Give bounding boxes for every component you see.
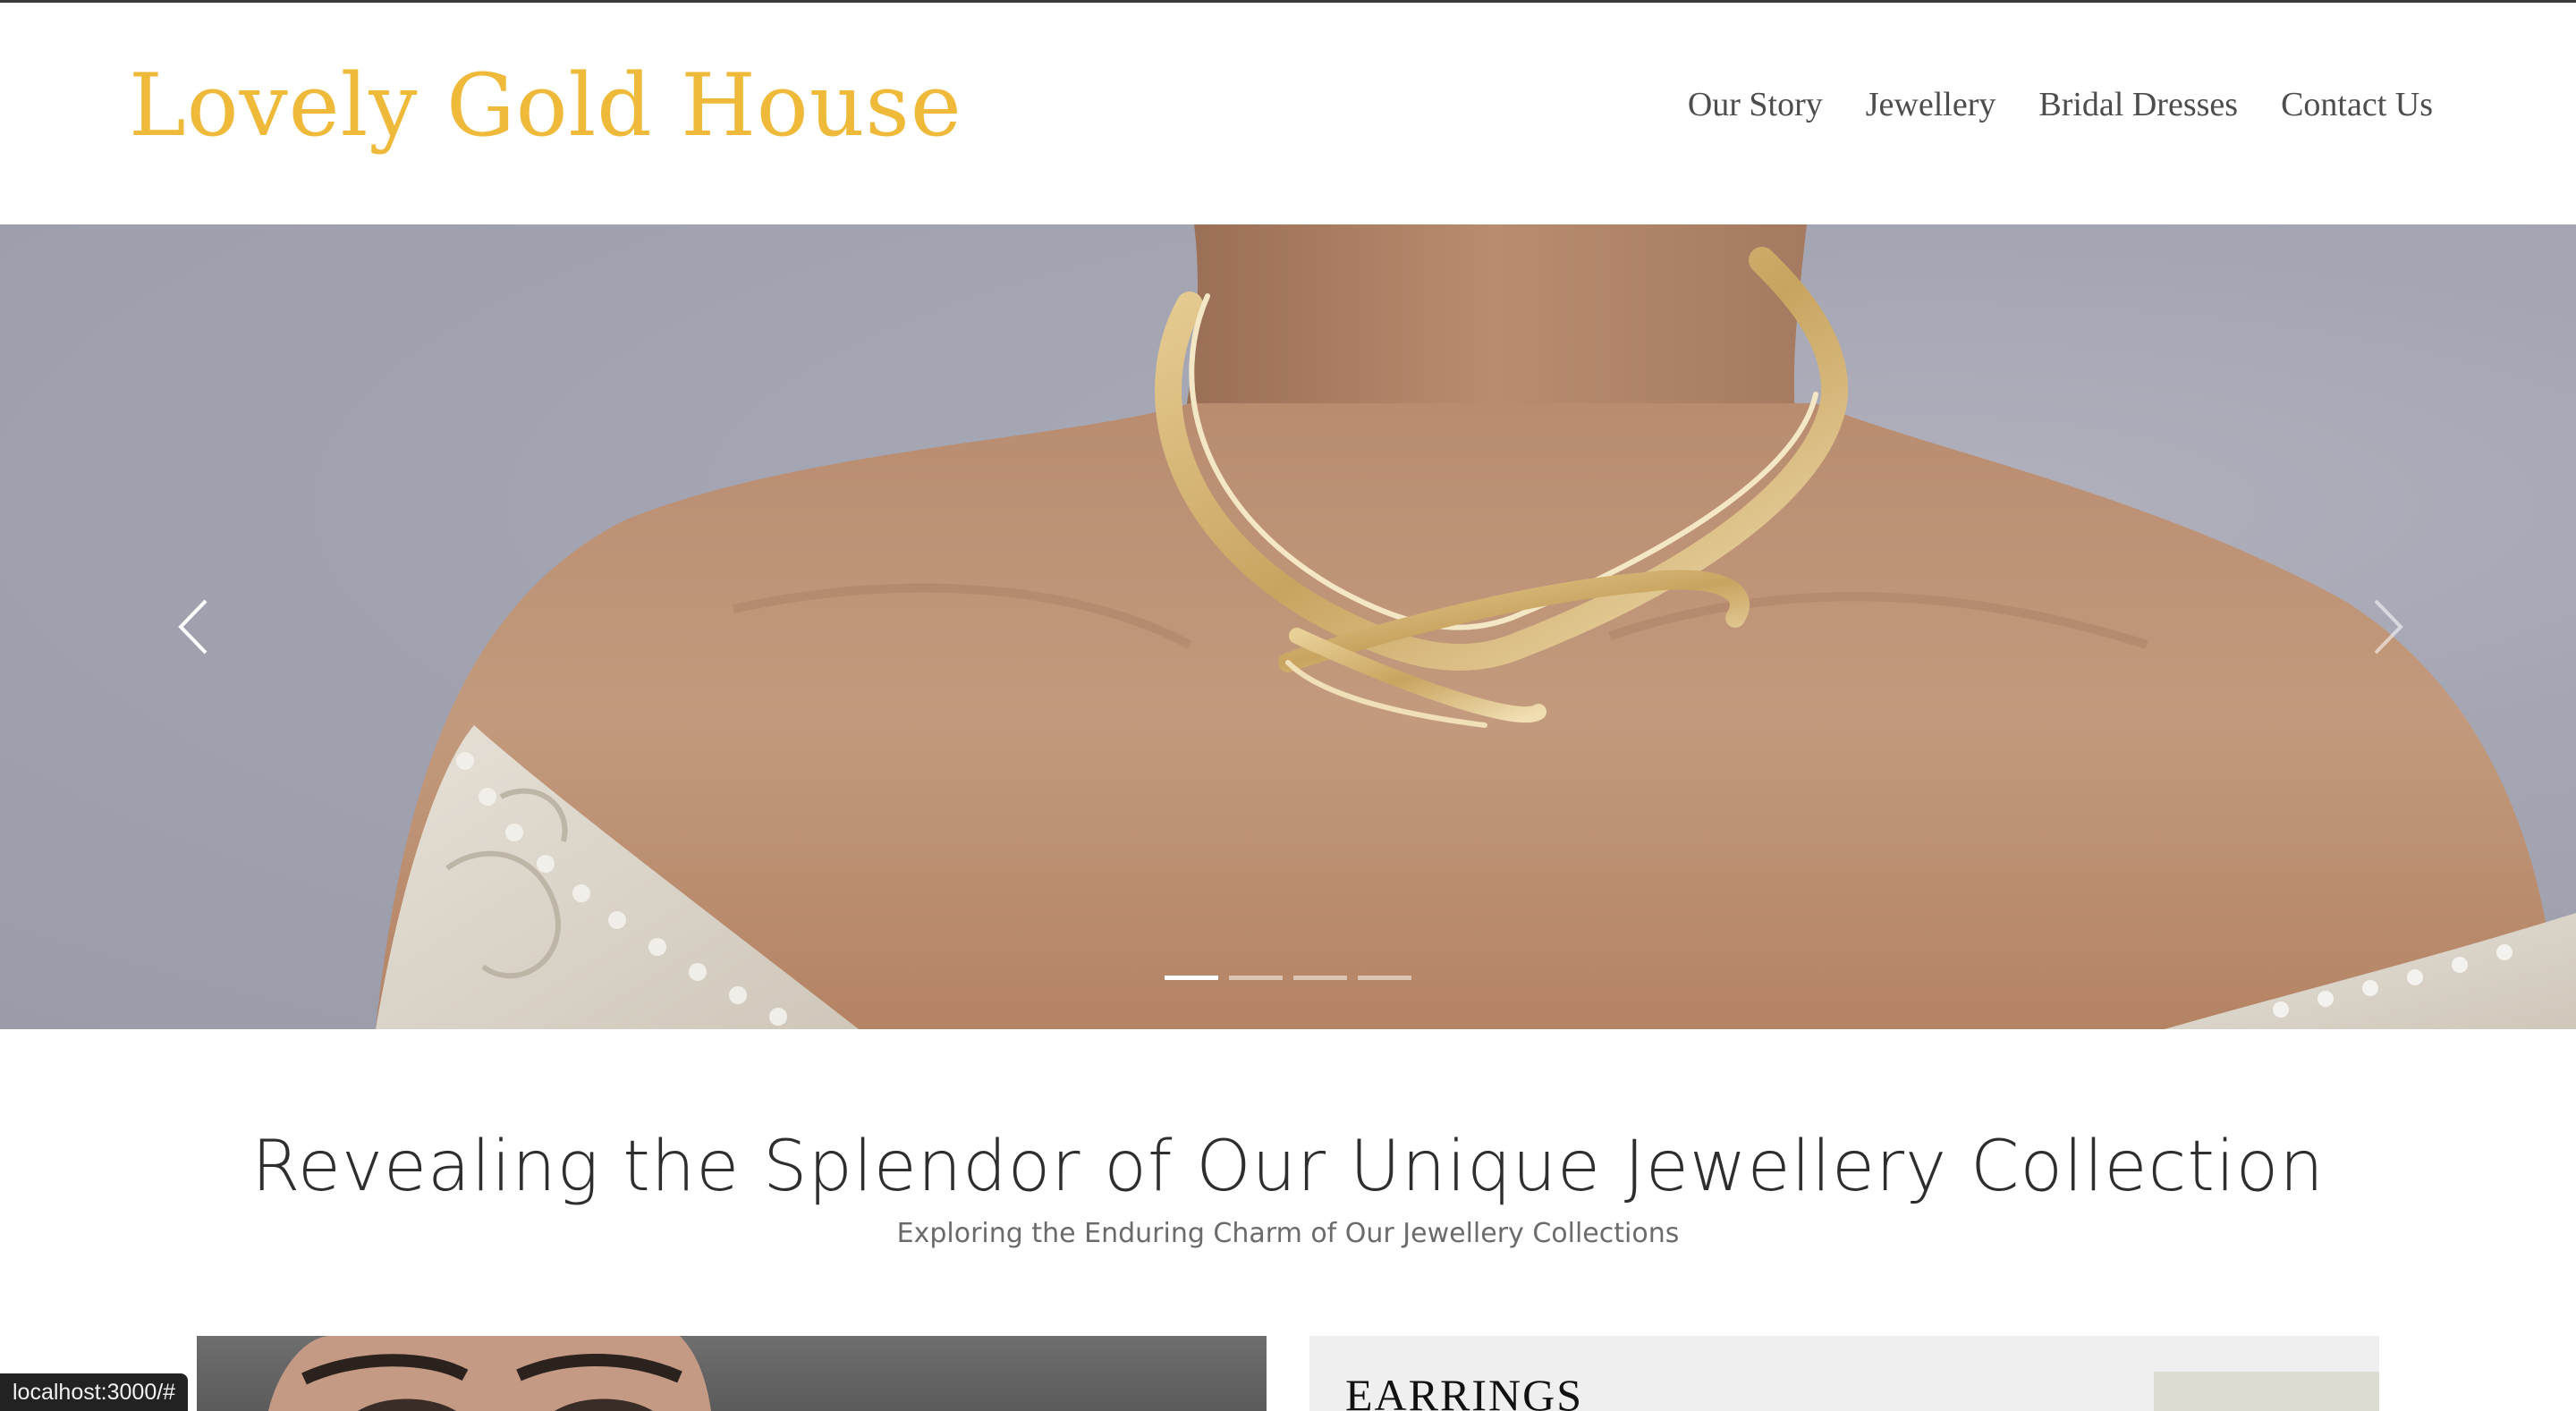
carousel-indicator-1[interactable] xyxy=(1165,976,1218,980)
nav-bridal-dresses[interactable]: Bridal Dresses xyxy=(2038,81,2238,128)
carousel-indicator-3[interactable] xyxy=(1293,976,1347,980)
nav-our-story[interactable]: Our Story xyxy=(1688,81,1823,128)
earrings-title: EARRINGS xyxy=(1345,1370,1584,1411)
nav-jewellery[interactable]: Jewellery xyxy=(1866,81,1996,128)
intro-title: Revealing the Splendor of Our Unique Jew… xyxy=(251,1127,2325,1207)
earrings-thumbnail xyxy=(2154,1372,2379,1411)
carousel-prev-button[interactable] xyxy=(166,593,220,661)
carousel-indicator-4[interactable] xyxy=(1358,976,1411,980)
hero-slide-image xyxy=(376,224,2576,1029)
chevron-right-icon xyxy=(2374,599,2403,655)
main-nav: Our Story Jewellery Bridal Dresses Conta… xyxy=(1688,81,2433,128)
hero-carousel[interactable] xyxy=(0,224,2576,1029)
carousel-indicators xyxy=(1165,976,1411,980)
chevron-left-icon xyxy=(178,599,208,655)
browser-status-bar: localhost:3000/# xyxy=(0,1373,189,1411)
site-header: Lovely Gold House Our Story Jewellery Br… xyxy=(0,3,2576,224)
intro-subtitle: Exploring the Enduring Charm of Our Jewe… xyxy=(896,1218,1680,1249)
nav-contact-us[interactable]: Contact Us xyxy=(2281,81,2433,128)
model-portrait-image xyxy=(268,1336,711,1411)
carousel-indicator-2[interactable] xyxy=(1229,976,1283,980)
collection-card-image[interactable] xyxy=(197,1336,1267,1411)
earrings-collection-card[interactable]: EARRINGS xyxy=(1309,1336,2379,1411)
carousel-next-button[interactable] xyxy=(2361,593,2415,661)
site-logo[interactable]: Lovely Gold House xyxy=(129,47,962,164)
